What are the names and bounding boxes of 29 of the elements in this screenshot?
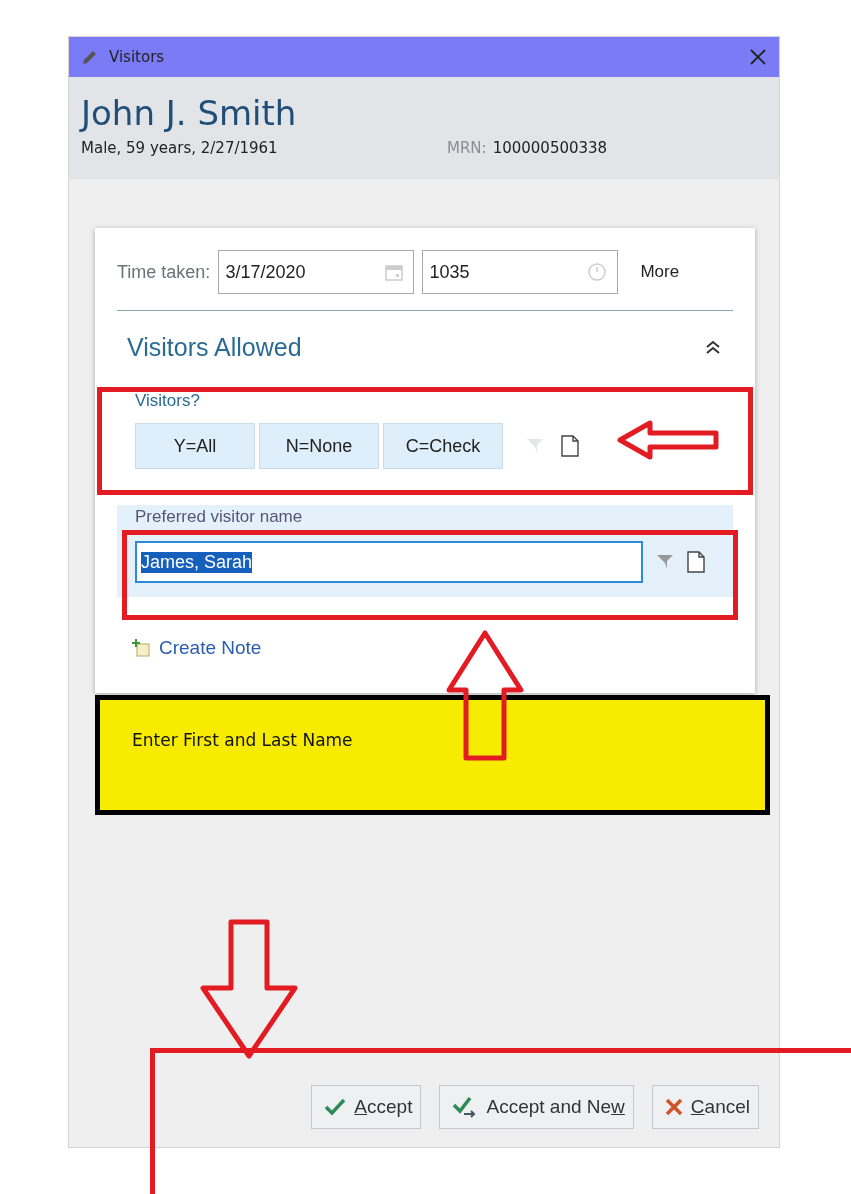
close-icon[interactable] — [749, 48, 767, 66]
pencil-icon — [81, 48, 99, 66]
input-field[interactable]: James, Sarah — [135, 541, 643, 583]
mrn-label: MRN: — [447, 139, 487, 157]
section-title: Visitors Allowed — [127, 332, 302, 362]
field-label: Visitors? — [135, 391, 201, 411]
checkmark-icon — [324, 1098, 347, 1116]
option-button[interactable]: C=Check — [383, 423, 503, 469]
patient-details: Male, 59 years, 2/27/1961 — [81, 139, 279, 157]
document-icon[interactable] — [561, 435, 579, 457]
create-note-link[interactable]: Create Note — [131, 637, 262, 659]
window-title: Visitors — [109, 48, 166, 66]
more-button[interactable]: More — [636, 258, 684, 286]
note-text: Enter First and Last Name — [132, 730, 353, 750]
add-note-icon — [131, 638, 151, 658]
mrn-value: 100000500338 — [492, 139, 608, 157]
field-label: Preferred visitor name — [135, 507, 304, 527]
accept-button[interactable]: Accept — [311, 1085, 422, 1129]
date-field[interactable]: 3/17/2020 — [218, 250, 415, 294]
time-field[interactable]: 1035 — [422, 250, 619, 294]
document-icon[interactable] — [687, 551, 705, 573]
cross-icon — [664, 1098, 683, 1116]
accept-button[interactable]: Accept and New — [439, 1085, 634, 1129]
cancel-button[interactable]: Cancel — [651, 1085, 759, 1129]
collapse-icon[interactable] — [705, 339, 721, 355]
option-button[interactable]: Y=All — [135, 423, 255, 469]
time-taken-label: Time taken: — [117, 261, 211, 283]
option-button[interactable]: N=None — [259, 423, 379, 469]
patient-name: John J. Smith — [81, 93, 298, 133]
